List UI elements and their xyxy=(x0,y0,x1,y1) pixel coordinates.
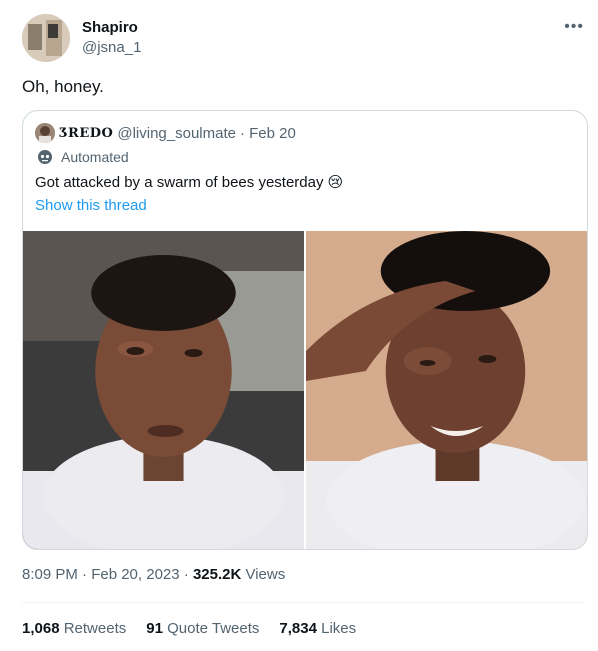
quote-media xyxy=(23,231,587,549)
automated-badge: Automated xyxy=(37,149,129,165)
views-count: 325.2K xyxy=(192,566,242,583)
quote-text: Got attacked by a swarm of bees yesterda… xyxy=(35,173,344,192)
author-name[interactable]: Shapiro xyxy=(82,18,141,38)
likes-count: 7,834 xyxy=(279,620,317,637)
quote-header: ƷREDO @living_soulmate · Feb 20 xyxy=(35,123,296,143)
quote-avatar[interactable] xyxy=(35,123,55,143)
show-thread-link[interactable]: Show this thread xyxy=(35,197,147,214)
likes-stat[interactable]: 7,834 Likes xyxy=(279,620,356,637)
tweet-stats: 1,068 Retweets 91 Quote Tweets 7,834 Lik… xyxy=(22,620,356,637)
quotes-stat[interactable]: 91 Quote Tweets xyxy=(146,620,259,637)
quote-text-content: Got attacked by a swarm of bees yesterda… xyxy=(35,173,324,191)
quote-author-name[interactable]: ƷREDO xyxy=(59,126,113,141)
quotes-label: Quote Tweets xyxy=(167,620,260,637)
divider xyxy=(22,602,584,603)
tweet-author[interactable]: Shapiro @jsna_1 xyxy=(22,14,141,62)
retweets-stat[interactable]: 1,068 Retweets xyxy=(22,620,126,637)
retweets-count: 1,068 xyxy=(22,620,60,637)
quoted-tweet[interactable]: ƷREDO @living_soulmate · Feb 20 Automate… xyxy=(22,110,588,550)
photo-right[interactable] xyxy=(306,231,587,549)
author-handle[interactable]: @jsna_1 xyxy=(82,38,141,58)
quote-date[interactable]: · Feb 20 xyxy=(240,125,296,142)
quote-author-handle[interactable]: @living_soulmate xyxy=(117,125,236,142)
tweet-timestamp[interactable]: 8:09 PM · Feb 20, 2023 · xyxy=(22,566,189,583)
crying-face-emoji: 😢 xyxy=(327,174,344,191)
views-label: Views xyxy=(245,566,286,583)
tweet-text: Oh, honey. xyxy=(22,77,104,96)
more-horizontal-icon[interactable]: ••• xyxy=(564,18,584,36)
robot-icon xyxy=(38,150,52,164)
retweets-label: Retweets xyxy=(63,620,127,637)
author-avatar[interactable] xyxy=(22,14,70,62)
tweet-meta: 8:09 PM · Feb 20, 2023 · 325.2K Views xyxy=(22,566,285,583)
quotes-count: 91 xyxy=(146,620,163,637)
photo-left[interactable] xyxy=(23,231,304,549)
automated-label: Automated xyxy=(61,149,129,165)
likes-label: Likes xyxy=(321,620,357,637)
